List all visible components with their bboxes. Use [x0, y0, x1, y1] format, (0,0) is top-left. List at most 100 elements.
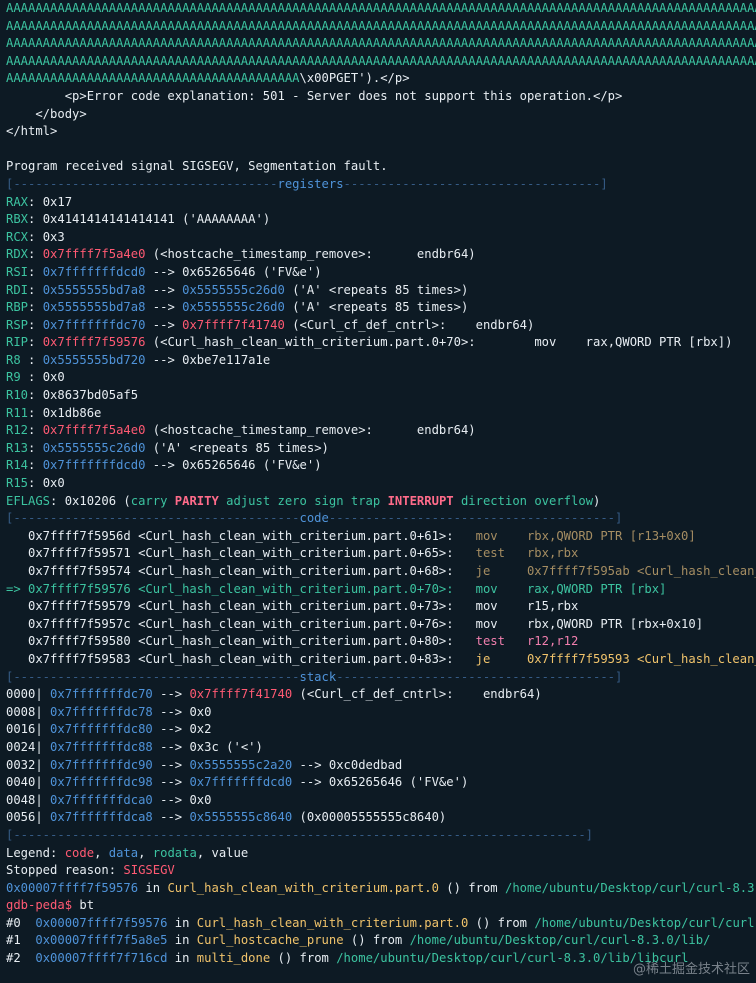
terminal-text-segment: 0x7ffff7f59580 <Curl_hash_clean_with_cri…: [6, 634, 476, 649]
terminal-text-segment: 0x5555555c2a20: [189, 757, 293, 772]
terminal-line: 0016| 0x7fffffffdc80 --> 0x2: [0, 721, 756, 739]
terminal-line: #1 0x00007ffff7f5a8e5 in Curl_hostcache_…: [0, 932, 756, 950]
terminal-text-segment: 0x00007ffff7f5a8e5: [35, 933, 168, 948]
terminal-text-segment: 0x7fffffffdcd0: [189, 775, 293, 790]
terminal-text-segment: 0x7fffffffdc70: [42, 317, 146, 332]
terminal-text-segment: 0x7ffff7f59579 <Curl_hash_clean_with_cri…: [6, 599, 476, 614]
terminal-line: R15: 0x0: [0, 475, 756, 493]
terminal-text-segment: je 0x7ffff7f59593 <Curl_hash_clean_with: [475, 651, 756, 666]
terminal-text-segment: () from: [468, 915, 535, 930]
terminal-line: RSP: 0x7fffffffdc70 --> 0x7ffff7f41740 (…: [0, 317, 756, 335]
terminal-text-segment: gdb-peda$: [6, 898, 80, 913]
terminal-line: AAAAAAAAAAAAAAAAAAAAAAAAAAAAAAAAAAAAAAAA…: [0, 0, 756, 18]
terminal-text-segment: : 0x0: [28, 476, 65, 491]
terminal-line: 0056| 0x7fffffffdca8 --> 0x5555555c8640 …: [0, 809, 756, 827]
terminal-line: 0032| 0x7fffffffdc90 --> 0x5555555c2a20 …: [0, 757, 756, 775]
terminal-text-segment: 0x7ffff7f41740: [189, 687, 293, 702]
terminal-text-segment: RAX: [6, 194, 29, 209]
terminal-line: RAX: 0x17: [0, 194, 756, 212]
terminal-line: [---------------------------------------…: [0, 669, 756, 687]
terminal-text-segment: [------------------------------------: [6, 176, 278, 191]
terminal-text-segment: :: [28, 247, 43, 262]
terminal-text-segment: (<hostcache_timestamp_remove>: endbr64): [145, 423, 476, 438]
terminal-text-segment: RDX: [6, 247, 29, 262]
terminal-text-segment: --------------------------------------]: [336, 669, 623, 684]
terminal-text-segment: () from: [438, 880, 505, 895]
terminal-text-segment: R8: [6, 352, 29, 367]
terminal-text-segment: carry: [130, 493, 175, 508]
terminal-text-segment: :: [28, 282, 43, 297]
terminal-line: [---------------------------------------…: [0, 827, 756, 845]
terminal-text-segment: #0: [6, 915, 36, 930]
terminal-text-segment: 0x7fffffffdc78: [50, 704, 153, 719]
terminal-text-segment: -->: [152, 757, 190, 772]
terminal-line: RBP: 0x5555555bd7a8 --> 0x5555555c26d0 (…: [0, 299, 756, 317]
terminal-text-segment: 0x7fffffffdcd0: [42, 264, 146, 279]
terminal-text-segment: 0000|: [6, 687, 51, 702]
terminal-text-segment: </body>: [6, 106, 87, 121]
terminal-text-segment: :: [28, 458, 43, 473]
terminal-output: AAAAAAAAAAAAAAAAAAAAAAAAAAAAAAAAAAAAAAAA…: [0, 0, 756, 968]
terminal-text-segment: R12: [6, 423, 29, 438]
terminal-text-segment: :: [28, 264, 43, 279]
terminal-text-segment: INTERRUPT: [387, 493, 454, 508]
terminal-text-segment: 0x7ffff7f41740: [182, 317, 285, 332]
terminal-line: RDX: 0x7ffff7f5a4e0 (<hostcache_timestam…: [0, 246, 756, 264]
terminal-line: R11: 0x1db86e: [0, 405, 756, 423]
terminal-text-segment: 0x7fffffffdc98: [50, 775, 153, 790]
terminal-text-segment: RCX: [6, 229, 29, 244]
terminal-text-segment: R11: [6, 405, 29, 420]
terminal-text-segment: AAAAAAAAAAAAAAAAAAAAAAAAAAAAAAAAAAAAAAAA…: [6, 36, 756, 51]
terminal-text-segment: ---------------------------------------]: [328, 511, 623, 526]
terminal-text-segment: :: [28, 352, 43, 367]
terminal-text-segment: ): [593, 493, 601, 508]
terminal-text-segment: --> 0x0: [152, 792, 212, 807]
terminal-text-segment: [---------------------------------------: [6, 511, 300, 526]
terminal-text-segment: mov rbx,QWORD PTR [r13+0x0]: [475, 528, 696, 543]
terminal-line: 0x7ffff7f59583 <Curl_hash_clean_with_cri…: [0, 651, 756, 669]
terminal-text-segment: SIGSEGV: [123, 863, 175, 878]
terminal-text-segment: RIP: [6, 335, 29, 350]
terminal-text-segment: 0x7ffff7f59583 <Curl_hash_clean_with_cri…: [6, 651, 476, 666]
terminal-text-segment: PARITY: [174, 493, 219, 508]
terminal-line: 0x7ffff7f5956d <Curl_hash_clean_with_cri…: [0, 528, 756, 546]
terminal-text-segment: :: [28, 423, 43, 438]
terminal-text-segment: () from: [270, 951, 337, 966]
terminal-line: AAAAAAAAAAAAAAAAAAAAAAAAAAAAAAAAAAAAAAAA…: [0, 35, 756, 53]
terminal-text-segment: : 0x8637bd05af5: [28, 388, 139, 403]
terminal-line: R10: 0x8637bd05af5: [0, 387, 756, 405]
terminal-line: <p>Error code explanation: 501 - Server …: [0, 88, 756, 106]
terminal-text-segment: /home/ubuntu/Desktop/curl/curl-8.3.0/lib…: [409, 933, 711, 948]
terminal-text-segment: mov rax,QWORD PTR [rbx]: [475, 581, 667, 596]
terminal-line: 0x7ffff7f59580 <Curl_hash_clean_with_cri…: [0, 633, 756, 651]
terminal-text-segment: :: [28, 440, 43, 455]
terminal-line: R13: 0x5555555c26d0 ('A' <repeats 85 tim…: [0, 440, 756, 458]
terminal-line: 0048| 0x7fffffffdca0 --> 0x0: [0, 792, 756, 810]
terminal-text-segment: test r12,r12: [475, 634, 579, 649]
terminal-text-segment: 0x7fffffffdc90: [50, 757, 153, 772]
terminal-text-segment: --> 0x3c ('<'): [152, 739, 263, 754]
terminal-text-segment: stack: [299, 669, 337, 684]
terminal-line: RBX: 0x4141414141414141 ('AAAAAAAA'): [0, 211, 756, 229]
terminal-text-segment: R13: [6, 440, 29, 455]
terminal-text-segment: EFLAGS: [6, 493, 51, 508]
terminal-text-segment: 0x00007ffff7f716cd: [35, 951, 168, 966]
terminal-text-segment: mov r15,rbx: [475, 599, 579, 614]
terminal-text-segment: 0056|: [6, 810, 51, 825]
terminal-text-segment: data: [108, 845, 139, 860]
terminal-line: R14: 0x7fffffffdcd0 --> 0x65265646 ('FV&…: [0, 457, 756, 475]
terminal-text-segment: 0x7fffffffdcd0: [42, 458, 146, 473]
terminal-line: #0 0x00007ffff7f59576 in Curl_hash_clean…: [0, 915, 756, 933]
terminal-text-segment: :: [28, 335, 43, 350]
terminal-text-segment: Curl_hash_clean_with_criterium.part.0: [196, 915, 469, 930]
terminal-text-segment: adjust zero sign trap: [218, 493, 388, 508]
terminal-text-segment: in: [167, 933, 197, 948]
terminal-text-segment: </html>: [6, 124, 58, 139]
terminal-text-segment: : 0x3: [28, 229, 65, 244]
terminal-text-segment: :: [28, 317, 43, 332]
terminal-text-segment: ('A' <repeats 85 times>): [284, 282, 469, 297]
terminal-line: RSI: 0x7fffffffdcd0 --> 0x65265646 ('FV&…: [0, 264, 756, 282]
terminal-text-segment: 0016|: [6, 722, 51, 737]
terminal-line: </body>: [0, 106, 756, 124]
terminal-window[interactable]: AAAAAAAAAAAAAAAAAAAAAAAAAAAAAAAAAAAAAAAA…: [0, 0, 756, 983]
